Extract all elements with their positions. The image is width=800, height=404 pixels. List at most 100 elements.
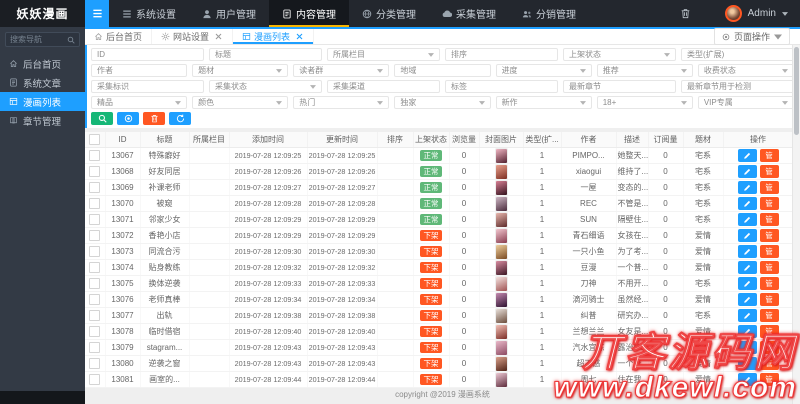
edit-button[interactable] [738, 293, 757, 306]
row-checkbox[interactable] [89, 198, 100, 209]
filter-exclusive-select[interactable]: 独家 [394, 96, 490, 109]
row-checkbox[interactable] [89, 342, 100, 353]
row-checkbox[interactable] [89, 214, 100, 225]
filter-color-select[interactable]: 颜色 [192, 96, 288, 109]
clear-cache-icon[interactable] [680, 8, 691, 19]
edit-button[interactable] [738, 197, 757, 210]
manage-chapters-button[interactable]: 管 [760, 213, 779, 226]
row-checkbox[interactable] [89, 358, 100, 369]
row-checkbox[interactable] [89, 294, 100, 305]
manage-chapters-button[interactable]: 管 [760, 229, 779, 242]
row-checkbox[interactable] [89, 310, 100, 321]
sidebar-item-chapter-management[interactable]: 章节管理 [0, 111, 85, 130]
edit-button[interactable] [738, 181, 757, 194]
filter-collect-status-select[interactable]: 采集状态 [209, 80, 322, 93]
close-icon[interactable] [295, 32, 304, 41]
delete-button[interactable] [143, 112, 165, 125]
filter-latest-chapter-input[interactable] [563, 80, 676, 93]
row-checkbox[interactable] [89, 182, 100, 193]
manage-chapters-button[interactable]: 管 [760, 357, 779, 370]
filter-vip-select[interactable]: VIP专属 [698, 96, 794, 109]
edit-button[interactable] [738, 325, 757, 338]
filter-adult-select[interactable]: 18+ [597, 96, 693, 109]
manage-chapters-button[interactable]: 管 [760, 309, 779, 322]
nav-item-category-management[interactable]: 分类管理 [349, 0, 429, 27]
manage-chapters-button[interactable]: 管 [760, 181, 779, 194]
manage-chapters-button[interactable]: 管 [760, 373, 779, 386]
manage-chapters-button[interactable]: 管 [760, 261, 779, 274]
select-all-checkbox[interactable] [89, 134, 100, 145]
row-checkbox[interactable] [89, 278, 100, 289]
status-badge: 正常 [420, 182, 442, 194]
sidebar-item-system-articles[interactable]: 系统文章 [0, 73, 85, 92]
manage-chapters-button[interactable]: 管 [760, 197, 779, 210]
nav-item-distribution-management[interactable]: 分销管理 [509, 0, 589, 27]
filter-region-input[interactable] [394, 64, 490, 77]
edit-button[interactable] [738, 309, 757, 322]
filter-id-input[interactable] [91, 48, 204, 61]
filter-sort-input[interactable] [445, 48, 558, 61]
avatar[interactable] [725, 5, 742, 22]
edit-button[interactable] [738, 277, 757, 290]
close-icon[interactable] [214, 32, 223, 41]
manage-chapters-button[interactable]: 管 [760, 277, 779, 290]
row-checkbox[interactable] [89, 246, 100, 257]
filter-boutique-select[interactable]: 精品 [91, 96, 187, 109]
edit-button[interactable] [738, 341, 757, 354]
filter-category-select[interactable]: 所属栏目 [327, 48, 440, 61]
edit-button[interactable] [738, 229, 757, 242]
filter-genre-select[interactable]: 题材 [192, 64, 288, 77]
scrollbar[interactable] [792, 45, 800, 404]
search-button[interactable] [91, 112, 113, 125]
sidebar-toggle-button[interactable] [85, 0, 109, 27]
filter-hot-select[interactable]: 热门 [293, 96, 389, 109]
sidebar-item-comic-list[interactable]: 漫画列表 [0, 92, 85, 111]
filter-title-input[interactable] [209, 48, 322, 61]
edit-button[interactable] [738, 245, 757, 258]
edit-button[interactable] [738, 213, 757, 226]
page-actions-button[interactable]: 页面操作 [714, 28, 790, 45]
filter-new-select[interactable]: 新作 [496, 96, 592, 109]
filter-collect-id-input[interactable] [91, 80, 204, 93]
filter-author-input[interactable] [91, 64, 187, 77]
row-checkbox[interactable] [89, 166, 100, 177]
tab-site-settings[interactable]: 网站设置 [152, 29, 233, 44]
manage-chapters-button[interactable]: 管 [760, 245, 779, 258]
nav-item-system-settings[interactable]: 系统设置 [109, 0, 189, 27]
manage-chapters-button[interactable]: 管 [760, 149, 779, 162]
edit-button[interactable] [738, 165, 757, 178]
sidebar-search-input[interactable]: 搜索导航 [5, 32, 80, 47]
row-checkbox[interactable] [89, 262, 100, 273]
row-checkbox[interactable] [89, 150, 100, 161]
manage-chapters-button[interactable]: 管 [760, 165, 779, 178]
admin-menu[interactable]: Admin [748, 8, 776, 19]
scrollbar-thumb[interactable] [794, 47, 799, 135]
filter-shelf-status-select[interactable]: 上架状态 [563, 48, 676, 61]
locate-button[interactable] [117, 112, 139, 125]
manage-chapters-button[interactable]: 管 [760, 293, 779, 306]
filter-tags-input[interactable] [445, 80, 558, 93]
filter-type-ext-input[interactable] [681, 48, 794, 61]
tab-comic-list[interactable]: 漫画列表 [233, 29, 314, 44]
filter-recommend-select[interactable]: 推荐 [597, 64, 693, 77]
nav-item-collect-management[interactable]: 采集管理 [429, 0, 509, 27]
edit-button[interactable] [738, 261, 757, 274]
edit-button[interactable] [738, 373, 757, 386]
nav-item-user-management[interactable]: 用户管理 [189, 0, 269, 27]
row-checkbox[interactable] [89, 326, 100, 337]
edit-button[interactable] [738, 357, 757, 370]
filter-fee-status-select[interactable]: 收费状态 [698, 64, 794, 77]
edit-button[interactable] [738, 149, 757, 162]
filter-latest-chapter-check-input[interactable] [681, 80, 794, 93]
filter-reader-group-select[interactable]: 读者群 [293, 64, 389, 77]
filter-collect-channel-input[interactable] [327, 80, 440, 93]
sidebar-item-dashboard[interactable]: 后台首页 [0, 54, 85, 73]
manage-chapters-button[interactable]: 管 [760, 341, 779, 354]
row-checkbox[interactable] [89, 230, 100, 241]
nav-item-content-management[interactable]: 内容管理 [269, 0, 349, 27]
row-checkbox[interactable] [89, 374, 100, 385]
tab-dashboard[interactable]: 后台首页 [85, 29, 152, 44]
refresh-button[interactable] [169, 112, 191, 125]
manage-chapters-button[interactable]: 管 [760, 325, 779, 338]
filter-progress-select[interactable]: 进度 [496, 64, 592, 77]
